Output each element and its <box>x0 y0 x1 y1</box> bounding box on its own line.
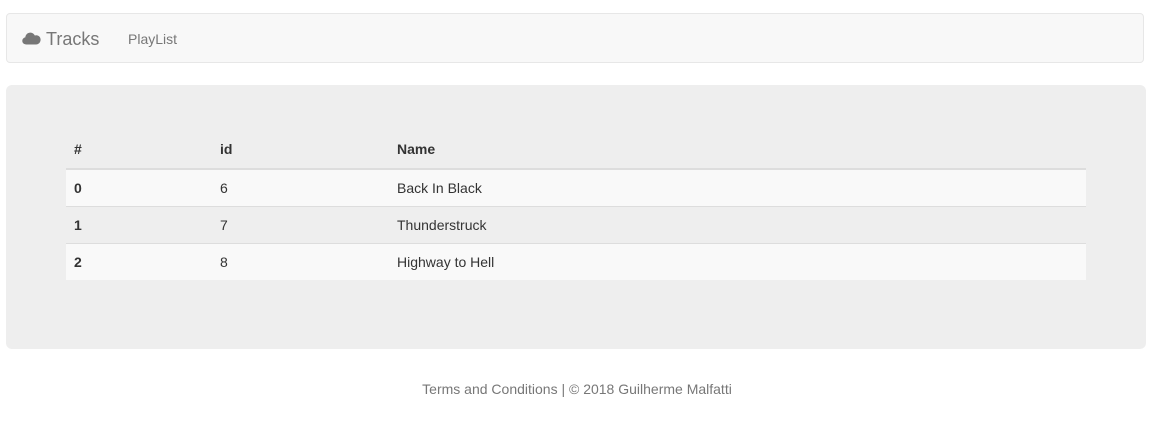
cell-id: 7 <box>212 205 389 243</box>
nav-link-playlist[interactable]: PlayList <box>128 14 177 64</box>
cell-name: Back In Black <box>389 168 1086 206</box>
brand-label: Tracks <box>46 28 100 49</box>
cell-id: 6 <box>212 168 389 206</box>
table-row: 0 6 Back In Black <box>66 168 1086 206</box>
cell-id: 8 <box>212 242 389 280</box>
table-header-row: # id Name <box>66 124 1086 170</box>
table-row: 2 8 Highway to Hell <box>66 242 1086 280</box>
cell-index: 2 <box>66 242 212 280</box>
column-header-index: # <box>66 124 212 170</box>
tracks-table: # id Name 0 6 Back In Black 1 7 Thunders… <box>66 124 1086 280</box>
cell-name: Highway to Hell <box>389 242 1086 280</box>
cell-name: Thunderstruck <box>389 205 1086 243</box>
column-header-name: Name <box>389 124 1086 170</box>
cell-index: 0 <box>66 168 212 206</box>
cloud-icon <box>22 29 41 45</box>
main-panel: # id Name 0 6 Back In Black 1 7 Thunders… <box>6 85 1146 349</box>
column-header-id: id <box>212 124 389 170</box>
cell-index: 1 <box>66 205 212 243</box>
footer-text: Terms and Conditions | © 2018 Guilherme … <box>422 381 732 397</box>
table-row: 1 7 Thunderstruck <box>66 205 1086 243</box>
brand-link[interactable]: Tracks <box>22 14 99 64</box>
navbar: Tracks PlayList <box>6 13 1144 63</box>
